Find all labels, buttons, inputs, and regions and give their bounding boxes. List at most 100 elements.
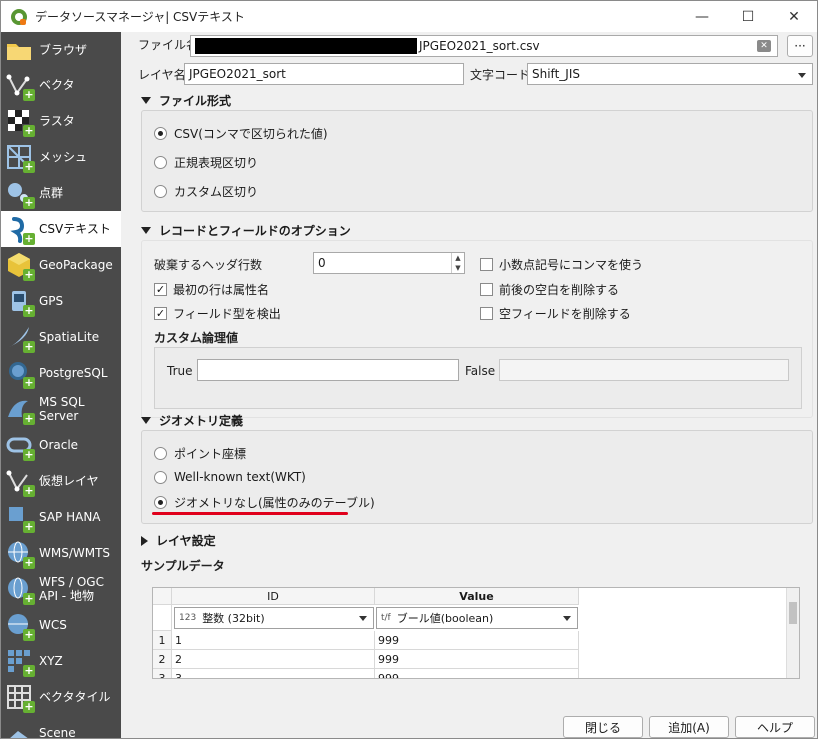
sidebar-item-oracle[interactable]: + Oracle — [1, 427, 121, 463]
row-number[interactable]: 3 — [153, 669, 172, 678]
sidebar-item-label: ラスタ — [39, 114, 75, 128]
sidebar: ブラウザ + ベクタ + ラスタ + メッシュ + 点群 + CSVテキスト +… — [1, 32, 121, 738]
file-name-field[interactable]: JPGEO2021_sort.csv ✕ — [190, 35, 778, 57]
sidebar-item-wms[interactable]: + WMS/WMTS — [1, 535, 121, 571]
sidebar-item-xyz[interactable]: + XYZ — [1, 643, 121, 679]
sidebar-item-sap-hana[interactable]: + SAP HANA — [1, 499, 121, 535]
radio-label: ポイント座標 — [174, 447, 247, 461]
radio-label: 正規表現区切り — [174, 156, 259, 170]
chevron-down-icon — [359, 616, 367, 621]
browse-file-button[interactable]: ··· — [787, 35, 813, 57]
table-cell[interactable]: 1 — [172, 631, 375, 650]
sidebar-item-virtual-layer[interactable]: + 仮想レイヤ — [1, 463, 121, 499]
sidebar-item-wfs[interactable]: + WFS / OGC API - 地物 — [1, 571, 121, 607]
scene-icon — [5, 719, 33, 738]
sidebar-item-mssql[interactable]: + MS SQL Server — [1, 391, 121, 427]
check-mark-icon: ✓ — [154, 283, 167, 296]
title-bar: データソースマネージャ| CSVテキスト — ☐ ✕ — [1, 1, 817, 32]
checkbox-label: 前後の空白を削除する — [499, 283, 620, 297]
sidebar-item-label: SpatiaLite — [39, 330, 100, 344]
sidebar-item-spatialite[interactable]: + SpatiaLite — [1, 319, 121, 355]
file-name-row: ファイル名 — [138, 36, 198, 53]
close-button[interactable]: 閉じる — [563, 716, 643, 738]
chevron-down-icon — [798, 73, 806, 78]
layer-name-label: レイヤ名 — [138, 68, 186, 82]
maximize-button[interactable]: ☐ — [725, 1, 771, 32]
minimize-button[interactable]: — — [679, 1, 725, 32]
clear-icon[interactable]: ✕ — [757, 40, 771, 52]
checkbox-box — [480, 258, 493, 271]
radio-regex[interactable]: 正規表現区切り — [154, 154, 258, 171]
wcs-icon: + — [5, 611, 35, 641]
row-number[interactable]: 1 — [153, 631, 172, 650]
table-cell[interactable]: 2 — [172, 650, 375, 669]
sidebar-item-scene[interactable]: Scene — [1, 715, 121, 738]
radio-no-geometry[interactable]: ジオメトリなし(属性のみのテーブル) — [154, 494, 375, 511]
record-options-title: レコードとフィールドのオプション — [159, 224, 351, 238]
layer-name-value: JPGEO2021_sort — [189, 67, 286, 81]
sample-data-table[interactable]: ID Value 123 整数 (32bit) t/f ブール値(boolean… — [152, 587, 800, 679]
file-format-header[interactable]: ファイル形式 — [141, 92, 231, 109]
layer-settings-header[interactable]: レイヤ設定 — [141, 532, 216, 549]
radio-wkt[interactable]: Well-known text(WKT) — [154, 470, 306, 484]
true-value-field[interactable] — [197, 359, 459, 381]
add-button[interactable]: 追加(A) — [649, 716, 729, 738]
sidebar-item-wcs[interactable]: + WCS — [1, 607, 121, 643]
spin-arrows-icon[interactable]: ▲ ▼ — [451, 253, 464, 273]
checkbox-label: フィールド型を検出 — [173, 307, 281, 321]
encoding-select[interactable]: Shift_JIS — [527, 63, 813, 85]
checkbox-first-row-names[interactable]: ✓ 最初の行は属性名 — [154, 281, 269, 298]
checkbox-decimal-comma[interactable]: 小数点記号にコンマを使う — [480, 256, 643, 273]
sidebar-item-geopackage[interactable]: + GeoPackage — [1, 247, 121, 283]
checkbox-trim-fields[interactable]: 前後の空白を削除する — [480, 281, 619, 298]
column-header-id[interactable]: ID — [172, 588, 375, 605]
geometry-header[interactable]: ジオメトリ定義 — [141, 412, 243, 429]
help-button[interactable]: ヘルプ — [735, 716, 815, 738]
boolean-type-icon: t/f — [381, 613, 391, 623]
table-cell[interactable]: 999 — [375, 650, 579, 669]
close-window-button[interactable]: ✕ — [771, 1, 817, 32]
sidebar-item-point-cloud[interactable]: + 点群 — [1, 175, 121, 211]
sidebar-item-label: CSVテキスト — [39, 222, 111, 236]
checkbox-discard-empty[interactable]: 空フィールドを削除する — [480, 305, 631, 322]
table-cell[interactable]: 999 — [375, 631, 579, 650]
scrollbar-thumb[interactable] — [789, 602, 797, 624]
false-value-field[interactable] — [499, 359, 789, 381]
type-select-value[interactable]: t/f ブール値(boolean) — [376, 607, 578, 629]
table-cell[interactable]: 999 — [375, 669, 579, 678]
sidebar-item-label: ブラウザ — [39, 42, 88, 57]
sidebar-item-vector-tile[interactable]: + ベクタタイル — [1, 679, 121, 715]
sidebar-item-gps[interactable]: + GPS — [1, 283, 121, 319]
window-title: データソースマネージャ| CSVテキスト — [35, 10, 245, 24]
true-label: True — [167, 364, 193, 378]
sidebar-item-csv-text[interactable]: + CSVテキスト — [1, 211, 121, 247]
virtual-layer-icon: + — [5, 467, 35, 497]
radio-custom-delimiter[interactable]: カスタム区切り — [154, 183, 258, 200]
sidebar-item-browser[interactable]: ブラウザ — [1, 32, 121, 67]
discard-header-spinbox[interactable]: 0 ▲ ▼ — [313, 252, 465, 274]
type-select-id[interactable]: 123 整数 (32bit) — [174, 607, 374, 629]
wfs-icon: + — [5, 575, 35, 605]
record-options-header[interactable]: レコードとフィールドのオプション — [141, 222, 351, 239]
checkbox-detect-types[interactable]: ✓ フィールド型を検出 — [154, 305, 281, 322]
sidebar-item-postgresql[interactable]: + PostgreSQL — [1, 355, 121, 391]
encoding-label: 文字コード — [470, 68, 531, 82]
checkbox-box — [480, 307, 493, 320]
column-header-value[interactable]: Value — [375, 588, 579, 605]
vertical-scrollbar[interactable] — [786, 588, 799, 678]
radio-point-coordinates[interactable]: ポイント座標 — [154, 445, 246, 462]
discard-header-label: 破棄するヘッダ行数 — [154, 258, 263, 272]
layer-name-field[interactable]: JPGEO2021_sort — [184, 63, 464, 85]
layer-name-row: レイヤ名 — [138, 66, 186, 83]
sidebar-item-vector[interactable]: + ベクタ — [1, 67, 121, 103]
sidebar-item-raster[interactable]: + ラスタ — [1, 103, 121, 139]
table-cell[interactable]: 3 — [172, 669, 375, 678]
sidebar-item-label: XYZ — [39, 654, 63, 668]
sidebar-item-mesh[interactable]: + メッシュ — [1, 139, 121, 175]
row-number[interactable]: 2 — [153, 650, 172, 669]
radio-csv[interactable]: CSV(コンマで区切られた値) — [154, 125, 328, 142]
chevron-down-icon — [563, 616, 571, 621]
sidebar-item-label: WCS — [39, 618, 67, 632]
file-name-value: JPGEO2021_sort.csv — [419, 39, 540, 53]
red-underline-annotation — [152, 512, 348, 515]
